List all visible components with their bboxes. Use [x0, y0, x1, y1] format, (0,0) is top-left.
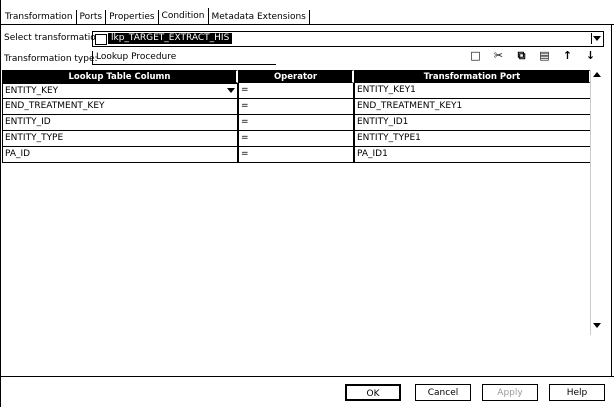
header-lookup-table-column[interactable]: Lookup Table Column — [2, 70, 238, 83]
window-border-left — [0, 0, 1, 407]
transformation-port-cell[interactable]: END_TREATMENT_KEY1 — [354, 99, 591, 115]
transformation-type-value: Lookup Procedure — [96, 52, 177, 62]
chevron-down-icon[interactable] — [591, 33, 602, 44]
dialog-footer-divider — [0, 376, 614, 377]
transformation-port-cell[interactable]: ENTITY_ID1 — [354, 115, 591, 131]
grid-header: Lookup Table Column Operator Transformat… — [2, 70, 600, 83]
table-row[interactable]: ENTITY_KEY = ENTITY_KEY1 — [2, 83, 600, 99]
condition-grid: Lookup Table Column Operator Transformat… — [2, 70, 600, 163]
copy-icon[interactable]: ⧉ — [516, 50, 527, 62]
header-transformation-port[interactable]: Transformation Port — [354, 70, 591, 83]
grid-toolbar: □ ✂ ⧉ ▤ ↑ ↓ — [470, 50, 596, 62]
paste-icon[interactable]: ▤ — [539, 50, 550, 62]
transformation-port-cell[interactable]: PA_ID1 — [354, 147, 591, 163]
operator-cell[interactable]: = — [238, 115, 354, 131]
operator-cell[interactable]: = — [238, 147, 354, 163]
table-row[interactable]: PA_ID = PA_ID1 — [2, 147, 600, 163]
transformation-port-cell[interactable]: ENTITY_KEY1 — [354, 83, 591, 99]
help-button[interactable]: Help — [549, 384, 605, 401]
tab-properties[interactable]: Properties — [106, 10, 159, 24]
cancel-button[interactable]: Cancel — [415, 384, 471, 401]
table-row[interactable]: ENTITY_ID = ENTITY_ID1 — [2, 115, 600, 131]
move-down-icon[interactable]: ↓ — [585, 50, 596, 62]
vertical-scrollbar[interactable] — [590, 70, 603, 335]
lookup-column-cell[interactable]: END_TREATMENT_KEY — [2, 99, 238, 115]
cut-icon[interactable]: ✂ — [493, 50, 504, 62]
operator-cell[interactable]: = — [238, 131, 354, 147]
tab-divider — [0, 24, 614, 25]
select-transformation-dropdown[interactable]: lkp_TARGET_EXTRACT_HIS — [92, 31, 604, 47]
transformation-port-cell[interactable]: ENTITY_TYPE1 — [354, 131, 591, 147]
lookup-column-cell[interactable]: ENTITY_KEY — [2, 83, 238, 99]
ok-button[interactable]: OK — [345, 384, 401, 401]
lookup-column-cell[interactable]: ENTITY_ID — [2, 115, 238, 131]
tab-transformation[interactable]: Transformation — [2, 10, 77, 24]
scroll-up-icon[interactable] — [593, 72, 601, 77]
lookup-column-value: ENTITY_KEY — [5, 86, 59, 96]
table-row[interactable]: END_TREATMENT_KEY = END_TREATMENT_KEY1 — [2, 99, 600, 115]
transformation-type-label: Transformation type: — [4, 54, 98, 64]
table-row[interactable]: ENTITY_TYPE = ENTITY_TYPE1 — [2, 131, 600, 147]
select-transformation-value: lkp_TARGET_EXTRACT_HIS — [108, 33, 233, 44]
lookup-column-cell[interactable]: PA_ID — [2, 147, 238, 163]
operator-cell[interactable]: = — [238, 99, 354, 115]
transformation-type-field: Lookup Procedure — [92, 51, 276, 65]
transformation-icon — [95, 34, 107, 45]
tab-ports[interactable]: Ports — [77, 10, 107, 24]
lookup-column-cell[interactable]: ENTITY_TYPE — [2, 131, 238, 147]
scroll-down-icon[interactable] — [593, 323, 601, 328]
chevron-down-icon[interactable] — [227, 88, 235, 93]
select-transformation-label: Select transformation: — [4, 33, 105, 43]
header-operator[interactable]: Operator — [238, 70, 354, 83]
new-icon[interactable]: □ — [470, 50, 481, 62]
apply-button[interactable]: Apply — [482, 384, 538, 401]
operator-cell[interactable]: = — [238, 83, 354, 99]
tab-bar: Transformation Ports Properties Conditio… — [2, 6, 310, 24]
tab-condition[interactable]: Condition — [159, 8, 209, 24]
window-border-right — [611, 24, 612, 376]
tab-metadata-extensions[interactable]: Metadata Extensions — [209, 10, 310, 24]
move-up-icon[interactable]: ↑ — [562, 50, 573, 62]
